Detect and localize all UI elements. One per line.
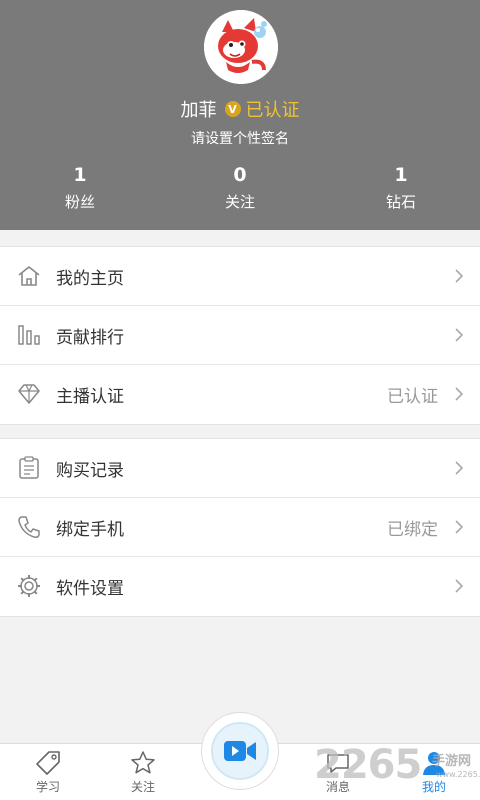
menu-item-contribution-ranking[interactable]: 贡献排行: [0, 306, 480, 365]
person-icon: [420, 749, 448, 777]
stat-diamonds[interactable]: 1 钻石: [341, 162, 461, 214]
ranking-bars-icon: [16, 322, 42, 348]
live-button-inner: [211, 722, 269, 780]
chevron-right-icon: [454, 578, 464, 594]
chevron-right-icon: [454, 386, 464, 402]
phone-icon: [16, 514, 42, 540]
tab-label: 我的: [421, 780, 446, 794]
tab-label: 消息: [325, 780, 350, 794]
tab-label: 关注: [130, 780, 155, 794]
menu-item-label: 购买记录: [56, 460, 124, 481]
tab-study[interactable]: 学习: [3, 744, 93, 800]
chevron-right-icon: [454, 327, 464, 343]
avatar[interactable]: [204, 10, 278, 84]
tab-label: 学习: [35, 780, 60, 794]
stat-label: 粉丝: [64, 193, 95, 211]
cartoon-cat-avatar-icon: [204, 10, 278, 84]
chevron-right-icon: [454, 460, 464, 476]
menu-item-host-certification[interactable]: 主播认证 已认证: [0, 365, 480, 424]
menu-item-label: 我的主页: [56, 268, 124, 289]
tab-messages[interactable]: 消息: [293, 744, 383, 800]
home-icon: [16, 263, 42, 289]
stat-following[interactable]: 0 关注: [180, 162, 300, 214]
menu-item-value: 已绑定: [387, 519, 438, 540]
stat-label: 钻石: [385, 193, 416, 211]
verified-badge-icon: V: [224, 101, 241, 117]
profile-header: 加菲 V 已认证 请设置个性签名 1 粉丝 0 关注 1 钻石: [0, 0, 480, 230]
stat-value: 1: [394, 164, 408, 186]
clipboard-icon: [16, 455, 42, 481]
menu-item-label: 软件设置: [56, 579, 124, 599]
video-camera-icon: [224, 741, 256, 761]
menu-group-2: 购买记录 绑定手机 已绑定 软件设置: [0, 438, 480, 617]
menu-item-label: 贡献排行: [56, 327, 124, 348]
tab-mine[interactable]: 我的: [389, 744, 479, 800]
chevron-right-icon: [454, 268, 464, 284]
chevron-right-icon: [454, 519, 464, 535]
menu-item-value: 已认证: [387, 387, 438, 407]
start-live-button[interactable]: [201, 712, 279, 790]
diamond-icon: [16, 381, 42, 407]
signature[interactable]: 请设置个性签名: [0, 128, 480, 148]
star-icon: [129, 749, 157, 777]
name-row: 加菲 V 已认证: [0, 96, 480, 122]
menu-item-software-settings[interactable]: 软件设置: [0, 557, 480, 616]
stat-value: 1: [73, 164, 87, 186]
stat-fans[interactable]: 1 粉丝: [20, 162, 140, 214]
menu-group-1: 我的主页 贡献排行 主播认证 已认证: [0, 246, 480, 425]
menu-item-purchase-records[interactable]: 购买记录: [0, 439, 480, 498]
menu-item-bind-phone[interactable]: 绑定手机 已绑定: [0, 498, 480, 557]
menu-item-homepage[interactable]: 我的主页: [0, 247, 480, 306]
stat-label: 关注: [224, 193, 255, 211]
user-name: 加菲: [180, 100, 217, 121]
stats-bar: 1 粉丝 0 关注 1 钻石: [0, 162, 480, 216]
tab-follow[interactable]: 关注: [98, 744, 188, 800]
verified-status: 已认证: [245, 100, 300, 121]
stat-value: 0: [233, 164, 247, 186]
menu-item-label: 绑定手机: [56, 519, 124, 540]
gear-icon: [16, 573, 42, 599]
tag-icon: [34, 749, 62, 777]
menu-item-label: 主播认证: [56, 387, 124, 407]
chat-icon: [324, 749, 352, 777]
